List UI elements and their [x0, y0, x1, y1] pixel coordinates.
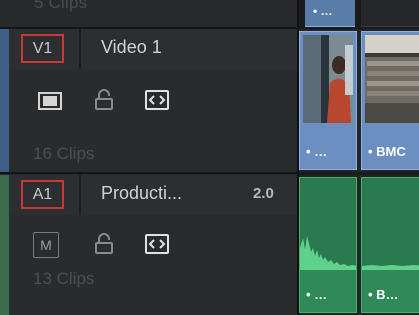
lock-icon[interactable]: [94, 233, 114, 260]
timeline-clip[interactable]: • BMC: [361, 31, 419, 170]
cell-divider: [79, 29, 81, 69]
track-divider: [0, 172, 297, 174]
timeline-clip[interactable]: • …: [305, 0, 355, 27]
audio-waveform: [362, 178, 419, 270]
clip-count: 16 Clips: [33, 144, 95, 163]
track-header-column: 5 Clips V1 Video 1 16 Clips A1 Producti.…: [0, 0, 297, 315]
track-color-stripe: [0, 175, 9, 315]
timeline-clip[interactable]: • …: [299, 177, 357, 313]
cell-divider: [79, 175, 81, 215]
timeline-track-area[interactable]: • … • … • BMC • … • B…: [299, 0, 419, 315]
timeline-clip[interactable]: • B…: [361, 177, 419, 313]
timeline-clip[interactable]: [361, 0, 419, 27]
auto-select-icon[interactable]: [145, 234, 169, 259]
track-title-row: V1 Video 1: [9, 29, 297, 69]
clip-thumbnail: [365, 35, 419, 123]
clip-thumbnail: [303, 35, 353, 123]
timeline-panel: 5 Clips V1 Video 1 16 Clips A1 Producti.…: [0, 0, 419, 315]
filmstrip-icon[interactable]: [38, 92, 62, 115]
auto-select-icon[interactable]: [145, 90, 169, 115]
clip-label: • …: [306, 144, 328, 159]
video-track-lane[interactable]: • … • BMC: [299, 29, 419, 172]
track-name[interactable]: Video 1: [101, 37, 162, 58]
clip-label: • B…: [368, 287, 399, 302]
lock-icon[interactable]: [94, 89, 114, 116]
track-color-stripe: [0, 29, 9, 172]
clip-count: 13 Clips: [33, 269, 95, 288]
clip-label: • …: [306, 287, 328, 302]
previous-track-clip-count: 5 Clips: [34, 0, 88, 12]
audio-track-header[interactable]: A1 Producti... 2.0 M 13 Clips: [0, 175, 297, 315]
track-id-badge[interactable]: A1: [21, 180, 64, 209]
channel-format-label: 2.0: [253, 185, 274, 202]
mute-button[interactable]: M: [33, 232, 59, 258]
audio-waveform: [300, 178, 356, 270]
audio-track-lane[interactable]: • … • B…: [299, 175, 419, 315]
clip-label: • BMC: [368, 144, 406, 159]
video-track-header[interactable]: V1 Video 1 16 Clips: [0, 29, 297, 172]
track-title-row: A1 Producti... 2.0: [9, 175, 297, 215]
track-id-badge[interactable]: V1: [21, 34, 64, 63]
track-name[interactable]: Producti...: [101, 183, 182, 204]
timeline-clip[interactable]: • …: [299, 31, 357, 170]
clip-label: • …: [313, 4, 333, 18]
